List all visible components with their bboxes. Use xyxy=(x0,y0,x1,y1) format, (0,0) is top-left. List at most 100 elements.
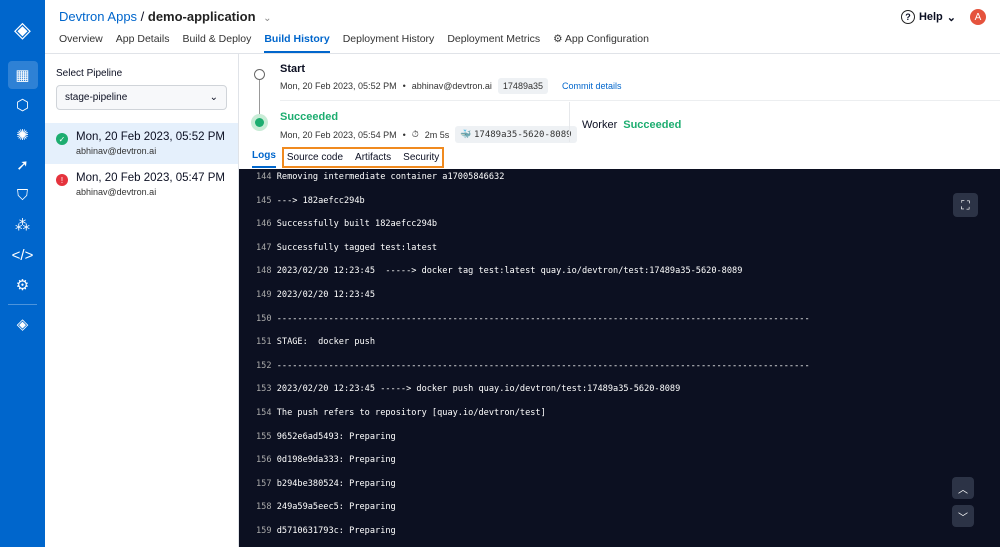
chevron-down-icon[interactable]: ⌄ xyxy=(263,13,271,24)
devtron-logo-icon[interactable]: ◈ xyxy=(0,0,45,60)
help-label: Help xyxy=(918,11,943,23)
start-title: Start xyxy=(280,63,306,75)
help-icon: ? xyxy=(900,10,915,24)
tab-security[interactable]: Security xyxy=(403,152,439,163)
log-line: 145 ---> 182aefcc294b xyxy=(256,196,365,206)
build-list-panel: Select Pipeline stage-pipeline ⌄ ✓ Mon, 2… xyxy=(45,54,239,547)
error-icon: ! xyxy=(56,174,68,186)
start-date: Mon, 20 Feb 2023, 05:52 PM xyxy=(280,81,397,91)
line-number: 157 xyxy=(256,478,272,489)
log-text: The push refers to repository [quay.io/d… xyxy=(276,408,546,418)
tab-app-configuration[interactable]: ⚙ App Configuration xyxy=(553,33,649,53)
end-date: Mon, 20 Feb 2023, 05:54 PM xyxy=(280,129,397,140)
app-name[interactable]: demo-application xyxy=(148,9,256,24)
security-icon[interactable]: ⛉ xyxy=(0,180,45,210)
build-list-item[interactable]: ! Mon, 20 Feb 2023, 05:47 PM abhinav@devt… xyxy=(45,164,238,205)
log-line: 152 ------------------------------------… xyxy=(256,361,810,371)
rocket-icon[interactable]: ➚ xyxy=(0,150,45,180)
build-date: Mon, 20 Feb 2023, 05:52 PM xyxy=(76,131,225,143)
tab-deployment-history[interactable]: Deployment History xyxy=(343,33,435,53)
log-tabs: Logs Source code Artifacts Security xyxy=(252,146,445,168)
log-line: 158 249a59a5eec5: Preparing xyxy=(256,502,396,512)
nav-applications[interactable]: ▦ xyxy=(0,60,45,90)
triggered-by: abhinav@devtron.ai xyxy=(411,81,492,91)
line-number: 155 xyxy=(256,431,272,442)
log-text: 9652e6ad5493: Preparing xyxy=(276,431,396,442)
log-text: Successfully built 182aefcc294b xyxy=(276,219,438,230)
breadcrumb-apps-link[interactable]: Devtron Apps xyxy=(59,9,137,24)
help-button[interactable]: ? Help ⌄ xyxy=(900,10,956,24)
line-number: 144 xyxy=(256,172,272,182)
gear-icon[interactable]: ⚙ xyxy=(0,270,45,300)
log-line: 159 d5710631793c: Preparing xyxy=(256,526,396,536)
tab-source-code[interactable]: Source code xyxy=(287,152,343,163)
line-number: 156 xyxy=(256,455,272,466)
highlighted-tabs: Source code Artifacts Security xyxy=(281,146,445,168)
divider xyxy=(280,100,1000,101)
build-list-item[interactable]: ✓ Mon, 20 Feb 2023, 05:52 PM abhinav@devt… xyxy=(45,123,238,164)
pipeline-value: stage-pipeline xyxy=(65,92,128,103)
line-number: 153 xyxy=(256,384,272,395)
log-line: 144 Removing intermediate container a170… xyxy=(256,172,504,182)
end-meta: Mon, 20 Feb 2023, 05:54 PM • ⏱ 2m 5s 🐳 174… xyxy=(280,126,577,143)
worker-label: Worker xyxy=(582,119,618,131)
bullet: • xyxy=(402,81,406,91)
avatar[interactable]: A xyxy=(970,9,986,25)
tab-logs[interactable]: Logs xyxy=(252,146,276,168)
build-date: Mon, 20 Feb 2023, 05:47 PM xyxy=(76,172,225,184)
line-number: 158 xyxy=(256,502,272,513)
cube-icon[interactable]: ⬡ xyxy=(0,90,45,120)
log-line: 155 9652e6ad5493: Preparing xyxy=(256,432,396,442)
app-tabs: Overview App Details Build & Deploy Buil… xyxy=(59,33,649,53)
duration: 2m 5s xyxy=(424,129,450,140)
log-text: STAGE: docker push xyxy=(276,337,376,348)
log-line: 147 Successfully tagged test:latest xyxy=(256,243,437,253)
success-icon: ✓ xyxy=(56,133,68,145)
line-number: 151 xyxy=(256,337,272,348)
log-text: 0d198e9da333: Preparing xyxy=(276,455,396,466)
scroll-down-icon[interactable]: ﹀ xyxy=(952,505,974,527)
start-meta: Mon, 20 Feb 2023, 05:52 PM • abhinav@devt… xyxy=(280,78,621,94)
log-text: ----------------------------------------… xyxy=(276,360,810,371)
worker-status: Worker Succeeded xyxy=(582,119,681,131)
divider xyxy=(8,304,37,305)
scroll-up-icon[interactable]: ︿ xyxy=(952,477,974,499)
log-text: d5710631793c: Preparing xyxy=(276,526,396,536)
log-line: 153 2023/02/20 12:23:45 -----> docker pu… xyxy=(256,384,680,394)
cluster-icon[interactable]: ⁂ xyxy=(0,210,45,240)
log-line: 157 b294be380524: Preparing xyxy=(256,479,396,489)
log-text: ---> 182aefcc294b xyxy=(276,195,365,206)
fullscreen-icon[interactable]: ⛶ xyxy=(953,193,978,217)
log-line: 149 2023/02/20 12:23:45 xyxy=(256,290,375,300)
layers-icon[interactable]: ◈ xyxy=(0,309,45,339)
chevron-down-icon: ⌄ xyxy=(946,11,956,24)
image-tag: 🐳 17489a35-5620-8089 xyxy=(455,126,577,143)
log-text: 2023/02/20 12:23:45 xyxy=(276,290,376,300)
log-text: ----------------------------------------… xyxy=(276,313,810,324)
chart-store-icon[interactable]: ✺ xyxy=(0,120,45,150)
tab-build-history[interactable]: Build History xyxy=(264,33,330,53)
log-text: 2023/02/20 12:23:45 -----> docker tag te… xyxy=(276,266,743,277)
tab-app-details[interactable]: App Details xyxy=(116,33,170,53)
image-tag-text: 17489a35-5620-8089 xyxy=(474,130,572,140)
select-pipeline-label: Select Pipeline xyxy=(56,68,123,79)
line-number: 159 xyxy=(256,526,272,536)
code-icon[interactable]: </> xyxy=(0,240,45,270)
tab-overview[interactable]: Overview xyxy=(59,33,103,53)
log-text: 249a59a5eec5: Preparing xyxy=(276,502,396,513)
tab-artifacts[interactable]: Artifacts xyxy=(355,152,391,163)
build-user: abhinav@devtron.ai xyxy=(76,187,157,197)
log-line: 154 The push refers to repository [quay.… xyxy=(256,408,546,418)
line-number: 149 xyxy=(256,290,272,300)
log-text: b294be380524: Preparing xyxy=(276,478,396,489)
build-status: Succeeded xyxy=(280,111,339,123)
log-terminal[interactable]: ⛶ ︿ ﹀ 144 Removing intermediate containe… xyxy=(239,169,1000,547)
commit-details-link[interactable]: Commit details xyxy=(562,81,622,91)
tab-deployment-metrics[interactable]: Deployment Metrics xyxy=(447,33,540,53)
pipeline-select[interactable]: stage-pipeline ⌄ xyxy=(56,85,227,110)
tab-build-deploy[interactable]: Build & Deploy xyxy=(182,33,251,53)
chevron-down-icon: ⌄ xyxy=(209,92,218,103)
grid-icon: ▦ xyxy=(7,61,38,89)
line-number: 147 xyxy=(256,242,272,253)
tab-label: App Configuration xyxy=(564,33,649,45)
